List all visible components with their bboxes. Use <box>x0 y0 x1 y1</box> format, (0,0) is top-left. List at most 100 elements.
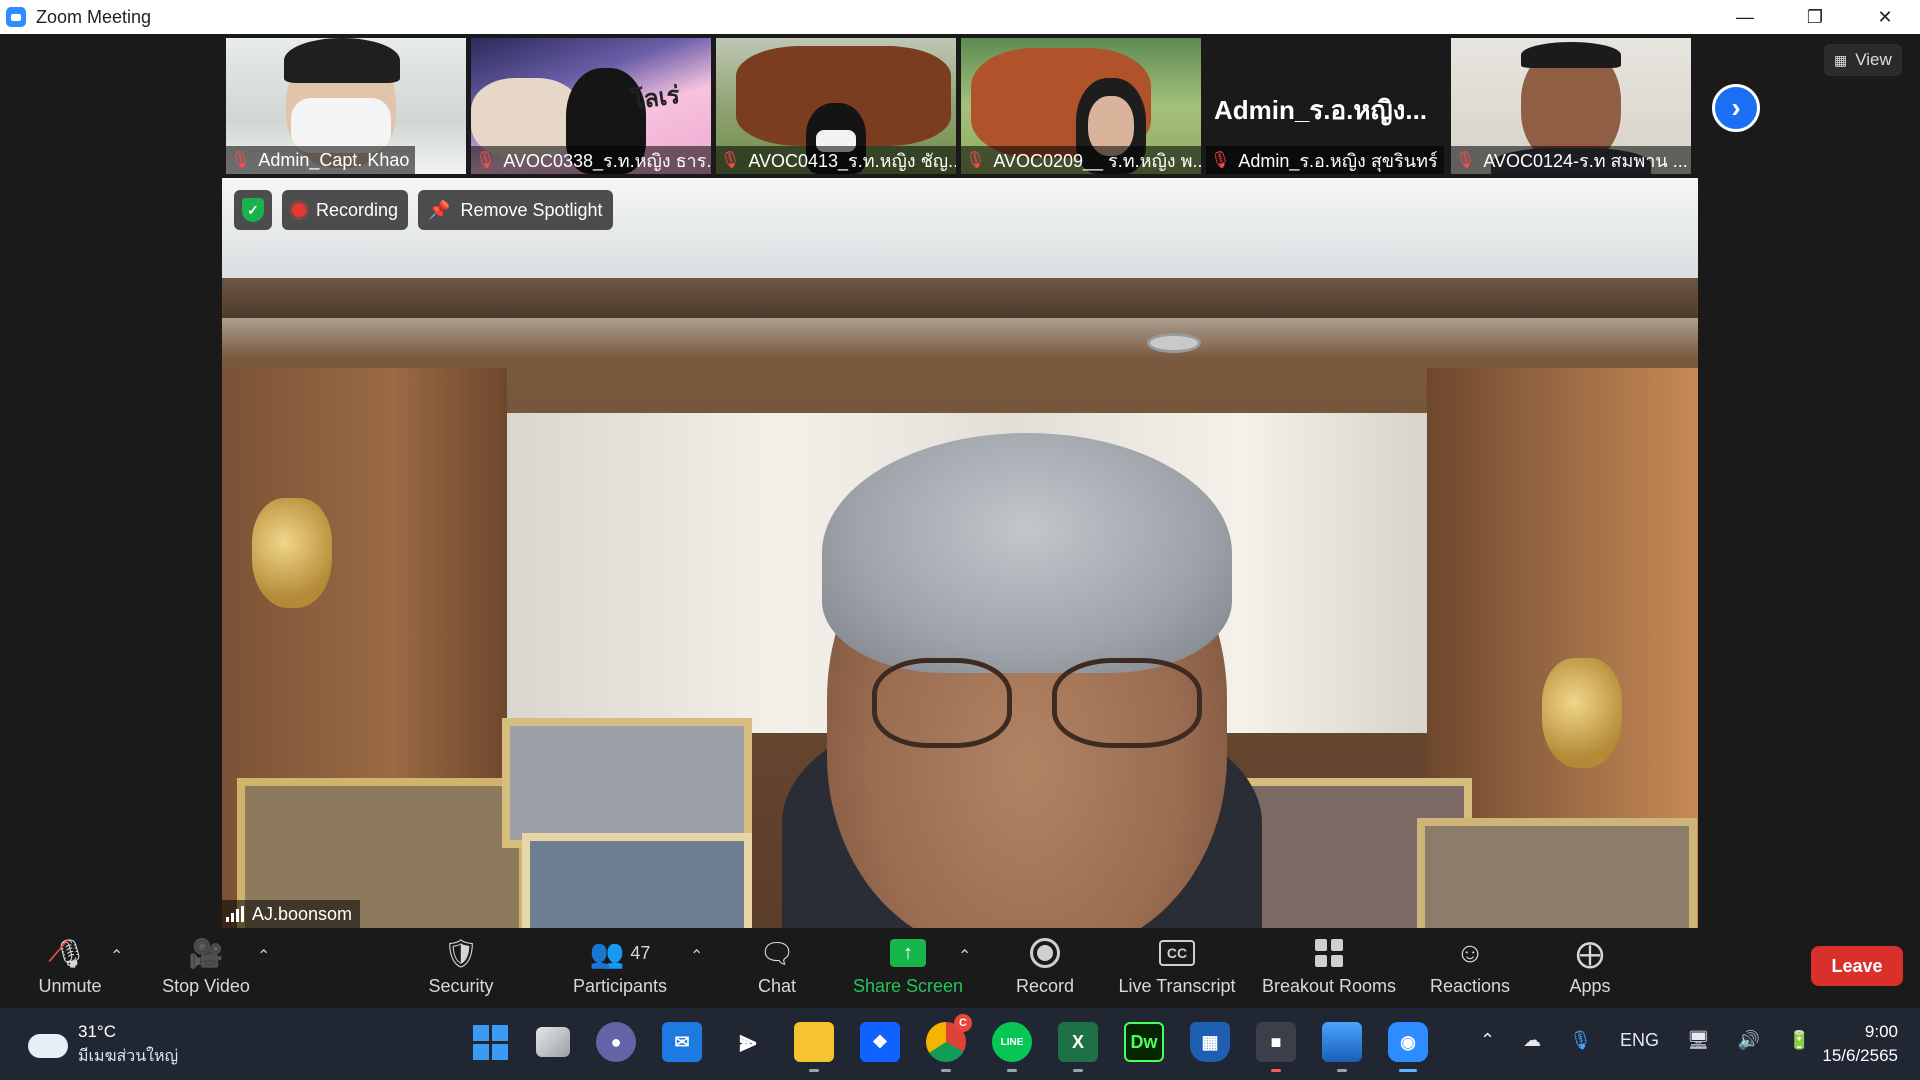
participants-button[interactable]: 👥 47 Participants <box>565 934 675 1004</box>
mic-muted-icon: 🎙 <box>965 152 986 169</box>
line-app-icon[interactable]: LINE <box>992 1022 1032 1072</box>
restore-icon[interactable]: ❐ <box>1780 0 1850 34</box>
mic-muted-icon: 🎙 <box>1210 152 1231 169</box>
system-clock[interactable]: 9:00 15/6/2565 <box>1806 1020 1898 1068</box>
microphone-tray-icon[interactable]: 🎙 <box>1569 1030 1592 1051</box>
shield-check-icon: ✓ <box>242 198 264 222</box>
participant-tile[interactable]: โลเร่ 🎙 AVOC0338_ร.ท.หญิง ธาร... <box>471 38 711 174</box>
apps-label: Apps <box>1569 976 1611 996</box>
recording-label: Recording <box>316 199 399 220</box>
cloud-sun-icon <box>24 1025 68 1058</box>
speaker-icon[interactable]: 🔊 <box>1738 1030 1760 1051</box>
participants-icon: 👥 47 <box>589 937 651 969</box>
view-label: View <box>1855 50 1892 69</box>
remove-spotlight-label: Remove Spotlight <box>460 199 603 220</box>
share-screen-button[interactable]: ↑ Share Screen <box>848 934 968 1004</box>
remove-spotlight-button[interactable]: 📌 Remove Spotlight <box>418 190 613 230</box>
emblem-left <box>252 498 332 608</box>
weather-temp: 31°C <box>78 1022 116 1041</box>
leave-button[interactable]: Leave <box>1811 946 1903 986</box>
breakout-rooms-icon <box>1315 939 1343 967</box>
participant-name: Admin_Capt. Khao <box>258 149 410 170</box>
record-icon <box>1030 938 1060 968</box>
chevron-up-icon[interactable]: ⌃ <box>1480 1030 1495 1051</box>
live-transcript-button[interactable]: CC Live Transcript <box>1114 934 1240 1004</box>
security-label: Security <box>428 976 494 996</box>
picture-frame <box>522 833 752 928</box>
chrome-icon[interactable]: C <box>926 1014 972 1072</box>
breakout-rooms-button[interactable]: Breakout Rooms <box>1258 934 1400 1004</box>
minimize-icon[interactable]: — <box>1710 0 1780 34</box>
weather-description: มีเมฆส่วนใหญ่ <box>78 1048 179 1065</box>
participant-name: AVOC0124-ร.ท สมพาน ... <box>1483 150 1688 171</box>
share-screen-label: Share Screen <box>852 976 964 996</box>
participant-display-name: Admin_ร.อ.หญิง... <box>1214 95 1428 125</box>
security-shield-icon: 🛡 <box>443 937 479 969</box>
unmute-button[interactable]: 🎙 ⟋ Unmute <box>30 934 110 1004</box>
task-view-icon[interactable] <box>536 1027 570 1057</box>
chevron-right-icon[interactable]: › <box>1712 84 1760 132</box>
signal-strength-icon <box>226 906 244 922</box>
participant-tile[interactable]: 🎙 AVOC0209__ ร.ท.หญิง พ... <box>961 38 1201 174</box>
participant-name: Admin_ร.อ.หญิง สุขรินทร์ <box>1238 150 1438 171</box>
recording-dot-icon <box>292 203 306 217</box>
weather-widget[interactable]: 31°C มีเมฆส่วนใหญ่ <box>24 1022 179 1069</box>
chat-button[interactable]: 🗨 Chat <box>742 934 812 1004</box>
participant-tile[interactable]: 🎙 AVOC0124-ร.ท สมพาน ... <box>1451 38 1691 174</box>
start-menu-icon[interactable] <box>470 1022 510 1062</box>
snipping-tool-icon[interactable]: ■ <box>1256 1022 1296 1072</box>
pin-icon: 📌 <box>428 199 451 220</box>
emblem-right <box>1542 658 1622 768</box>
participant-tile[interactable]: 🎙 Admin_Capt. Khao <box>226 38 466 174</box>
view-button[interactable]: ▦ View <box>1824 44 1902 76</box>
stop-video-button[interactable]: 🎥 Stop Video <box>156 934 256 1004</box>
participants-options-caret-icon[interactable]: ⌃ <box>690 946 703 966</box>
speaker-name-tag: AJ.boonsom <box>222 900 361 928</box>
security-button[interactable]: 🛡 Security <box>420 934 502 1004</box>
record-label: Record <box>1015 976 1075 996</box>
dreamweaver-icon[interactable]: Dw <box>1124 1022 1164 1062</box>
encryption-badge[interactable]: ✓ <box>234 190 272 230</box>
bolt-app-icon[interactable]: ⫸ <box>728 1022 768 1062</box>
teams-chat-icon[interactable]: ● <box>596 1022 636 1062</box>
close-icon[interactable]: ✕ <box>1850 0 1920 34</box>
apps-button[interactable]: ⨁ Apps <box>1562 934 1618 1004</box>
zoom-taskbar-icon[interactable]: ◉ <box>1388 1022 1428 1072</box>
tile-overlay-text: โลเร่ <box>629 81 682 116</box>
smiley-plus-icon: ☺ <box>1455 937 1485 968</box>
video-camera-icon: 🎥 <box>188 937 224 969</box>
clock-date: 15/6/2565 <box>1822 1046 1898 1065</box>
windows-taskbar: 31°C มีเมฆส่วนใหญ่ ● ✉ ⫸ ❖ C LINE X Dw ▦… <box>0 1008 1920 1080</box>
participant-tile[interactable]: 🎙 AVOC0413_ร.ท.หญิง ชัญ... <box>716 38 956 174</box>
excel-icon[interactable]: X <box>1058 1022 1098 1072</box>
microphone-muted-icon: 🎙 ⟋ <box>48 934 88 969</box>
network-icon[interactable]: 🖥 <box>1687 1030 1710 1051</box>
chat-label: Chat <box>757 976 797 996</box>
photos-icon[interactable] <box>1322 1022 1362 1072</box>
audio-options-caret-icon[interactable]: ⌃ <box>110 946 123 966</box>
glasses <box>872 658 1012 748</box>
reactions-button[interactable]: ☺ Reactions <box>1425 934 1515 1004</box>
recording-indicator[interactable]: Recording <box>282 190 409 230</box>
share-screen-icon: ↑ <box>890 939 926 967</box>
meeting-toolbar: 🎙 ⟋ Unmute ⌃ 🎥 Stop Video ⌃ 🛡 Security 👥 4… <box>0 928 1920 1008</box>
participants-label: Participants <box>572 976 668 996</box>
spotlight-video[interactable] <box>222 178 1698 928</box>
video-options-caret-icon[interactable]: ⌃ <box>257 946 270 966</box>
dropbox-icon[interactable]: ❖ <box>860 1022 900 1062</box>
chat-bubble-icon: 🗨 <box>759 937 795 969</box>
title-bar: Zoom Meeting — ❐ ✕ <box>0 0 1920 34</box>
mic-muted-icon: 🎙 <box>1455 152 1476 169</box>
record-button[interactable]: Record <box>1005 934 1085 1004</box>
share-options-caret-icon[interactable]: ⌃ <box>958 946 971 966</box>
mic-muted-icon: 🎙 <box>230 152 251 169</box>
security-app-icon[interactable]: ▦ <box>1190 1022 1230 1062</box>
window-title: Zoom Meeting <box>36 6 152 27</box>
mail-icon[interactable]: ✉ <box>662 1022 702 1062</box>
participant-name: AVOC0413_ร.ท.หญิง ชัญ... <box>748 150 956 171</box>
onedrive-cloud-icon[interactable]: ☁ <box>1523 1030 1541 1051</box>
language-indicator[interactable]: ENG <box>1620 1030 1659 1051</box>
file-explorer-icon[interactable] <box>794 1022 834 1072</box>
participant-tile[interactable]: Admin_ร.อ.หญิง... 🎙 Admin_ร.อ.หญิง สุขริน… <box>1206 38 1446 174</box>
participant-name: AVOC0338_ร.ท.หญิง ธาร... <box>503 150 711 171</box>
